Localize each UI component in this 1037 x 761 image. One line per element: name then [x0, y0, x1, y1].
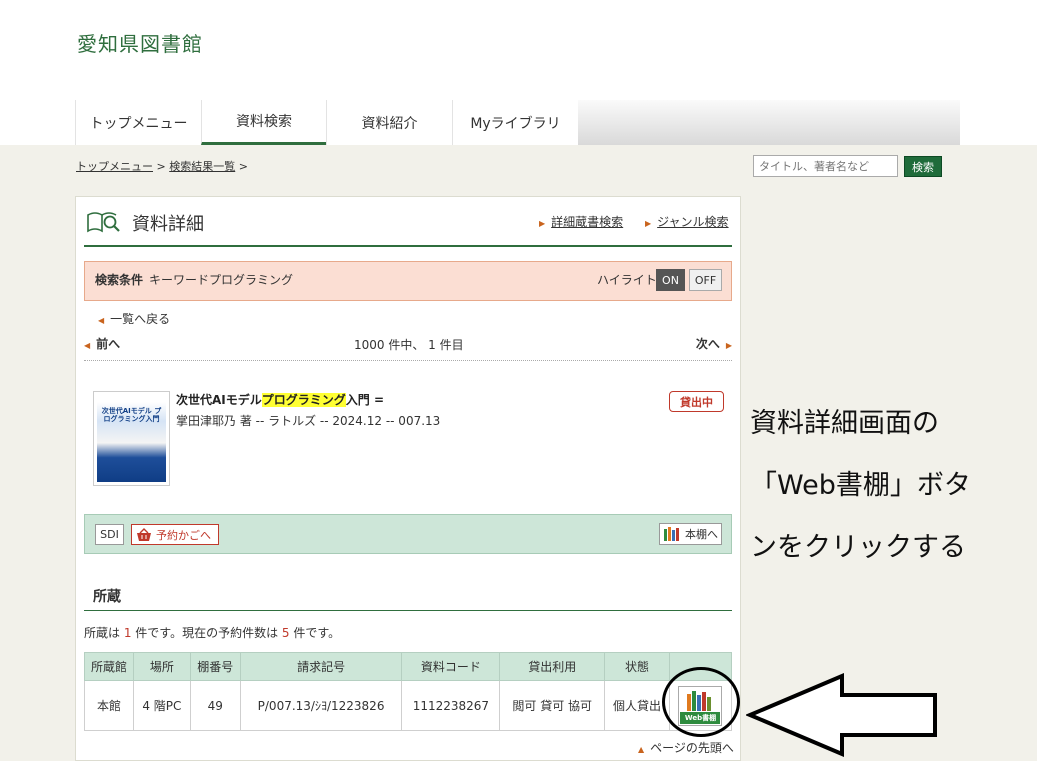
triangle-right-icon: ▶: [539, 219, 546, 228]
condition-label: 検索条件: [95, 273, 144, 287]
status-badge: 貸出中: [669, 391, 724, 412]
next-link[interactable]: 次へ ▶: [696, 335, 732, 352]
table-cell: 4 階PC: [132, 680, 191, 731]
advanced-search-label: 詳細蔵書検索: [551, 215, 624, 229]
table-row: 本館 4 階PC 49 P/007.13/ｼﾖ/1223826 11122382…: [84, 680, 733, 731]
prev-label: 前へ: [96, 337, 121, 351]
left-arrow-icon: [746, 673, 937, 757]
book-title-part: 次世代AIモデル: [176, 393, 262, 407]
pager: ◀ 前へ 1000 件中、 1 件目 次へ ▶: [84, 335, 732, 361]
basket-icon: [137, 527, 151, 541]
column-header: 場所: [132, 652, 191, 681]
highlight-on-button[interactable]: ON: [656, 269, 685, 291]
genre-search-link[interactable]: ▶ ジャンル検索: [645, 213, 729, 230]
breadcrumb: トップメニュー > 検索結果一覧 >: [76, 158, 248, 174]
triangle-up-icon: ▲: [638, 745, 645, 754]
detail-panel: 資料詳細 ▶ 詳細蔵書検索 ▶ ジャンル検索 検索条件 キーワードプログラミング ハ…: [75, 196, 741, 761]
sdi-button[interactable]: SDI: [95, 524, 124, 545]
triangle-right-icon: ▶: [645, 219, 652, 228]
breadcrumb-separator: >: [238, 160, 248, 173]
reserve-cart-label: 予約かごへ: [156, 528, 211, 542]
page-top-link[interactable]: ▲ ページの先頭へ: [638, 739, 734, 756]
tab-my-library[interactable]: Myライブラリ: [452, 100, 578, 145]
column-header: 請求記号: [239, 652, 403, 681]
site-title[interactable]: 愛知県図書館: [77, 28, 203, 57]
book-search-icon: [87, 212, 120, 233]
back-to-list-link[interactable]: ◀ 一覧へ戻る: [98, 310, 170, 327]
triangle-right-icon: ▶: [725, 341, 732, 350]
column-header: 貸出利用: [499, 652, 606, 681]
table-cell: 49: [189, 680, 241, 731]
highlight-circle: [662, 667, 740, 737]
search-condition-box: 検索条件 キーワードプログラミング ハイライト ON OFF: [84, 261, 732, 301]
divider: [84, 610, 732, 611]
reserve-cart-button[interactable]: 予約かごへ: [131, 524, 219, 545]
triangle-left-icon: ◀: [84, 341, 91, 350]
annotation-line: ンをクリックする: [750, 532, 966, 563]
keyword-highlight: プログラミング: [261, 393, 346, 407]
table-cell: 本館: [84, 680, 134, 731]
breadcrumb-results-link[interactable]: 検索結果一覧: [169, 160, 235, 173]
book-metadata: 掌田津耶乃 著 -- ラトルズ -- 2024.12 -- 007.13: [176, 414, 441, 428]
tab-search[interactable]: 資料検索: [201, 100, 326, 145]
summary-text: 件です。: [289, 626, 341, 640]
annotation-line: 資料詳細画面の: [750, 408, 939, 439]
column-header: 棚番号: [189, 652, 241, 681]
holdings-title: 所蔵: [93, 589, 121, 605]
table-header-row: 所蔵館 場所 棚番号 請求記号 資料コード 貸出利用 状態: [84, 652, 733, 681]
page-top-label: ページの先頭へ: [650, 741, 734, 755]
detail-header: 資料詳細 ▶ 詳細蔵書検索 ▶ ジャンル検索: [84, 197, 732, 247]
action-bar: SDI 予約かごへ 本棚へ: [84, 514, 732, 554]
book-cover[interactable]: 次世代AIモデル プログラミング入門: [93, 391, 170, 486]
holdings-table: 所蔵館 場所 棚番号 請求記号 資料コード 貸出利用 状態 本館 4 階PC 4…: [84, 652, 733, 731]
highlight-label: ハイライト: [597, 273, 657, 287]
triangle-left-icon: ◀: [98, 316, 105, 325]
tab-top-menu[interactable]: トップメニュー: [75, 100, 201, 145]
search-input[interactable]: [753, 155, 898, 177]
breadcrumb-separator: >: [156, 160, 166, 173]
tab-introduction[interactable]: 資料紹介: [326, 100, 452, 145]
search-button[interactable]: 検索: [904, 156, 942, 177]
bookshelf-button[interactable]: 本棚へ: [659, 523, 722, 545]
page-title: 資料詳細: [132, 214, 204, 235]
prev-link[interactable]: ◀ 前へ: [84, 335, 120, 352]
reservation-count: 5: [281, 626, 290, 640]
back-to-list-label: 一覧へ戻る: [110, 312, 171, 326]
genre-search-label: ジャンル検索: [657, 215, 729, 229]
holdings-summary: 所蔵は 1 件です。現在の予約件数は 5 件です。: [84, 624, 340, 641]
annotation-line: 「Web書棚」ボタ: [750, 470, 971, 501]
book-title[interactable]: 次世代AIモデルプログラミング入門 =: [176, 391, 384, 408]
column-header: 所蔵館: [84, 652, 134, 681]
highlight-off-button[interactable]: OFF: [689, 269, 722, 291]
advanced-search-link[interactable]: ▶ 詳細蔵書検索: [539, 213, 623, 230]
cover-title: 次世代AIモデル プログラミング入門: [101, 407, 162, 423]
book-title-part: 入門 =: [345, 393, 385, 407]
next-label: 次へ: [695, 337, 720, 351]
table-cell: 個人貸出: [604, 680, 670, 731]
summary-text: 所蔵は: [84, 626, 124, 640]
condition-text: キーワードプログラミング: [149, 273, 294, 287]
result-count: 1000 件中、 1 件目: [354, 338, 464, 352]
column-header: 状態: [604, 652, 670, 681]
table-cell: 1112238267: [401, 680, 501, 731]
table-cell: 閲可 貸可 協可: [499, 680, 606, 731]
bookshelf-label: 本棚へ: [685, 528, 718, 541]
column-header: 資料コード: [401, 652, 501, 681]
bookshelf-icon: [664, 527, 679, 541]
table-cell: P/007.13/ｼﾖ/1223826: [239, 680, 403, 731]
breadcrumb-top-link[interactable]: トップメニュー: [76, 160, 153, 173]
cover-image: 次世代AIモデル プログラミング入門: [97, 395, 166, 482]
summary-text: 件です。現在の予約件数は: [131, 626, 282, 640]
annotation-text: 資料詳細画面の 「Web書棚」ボタ ンをクリックする: [750, 393, 1030, 579]
